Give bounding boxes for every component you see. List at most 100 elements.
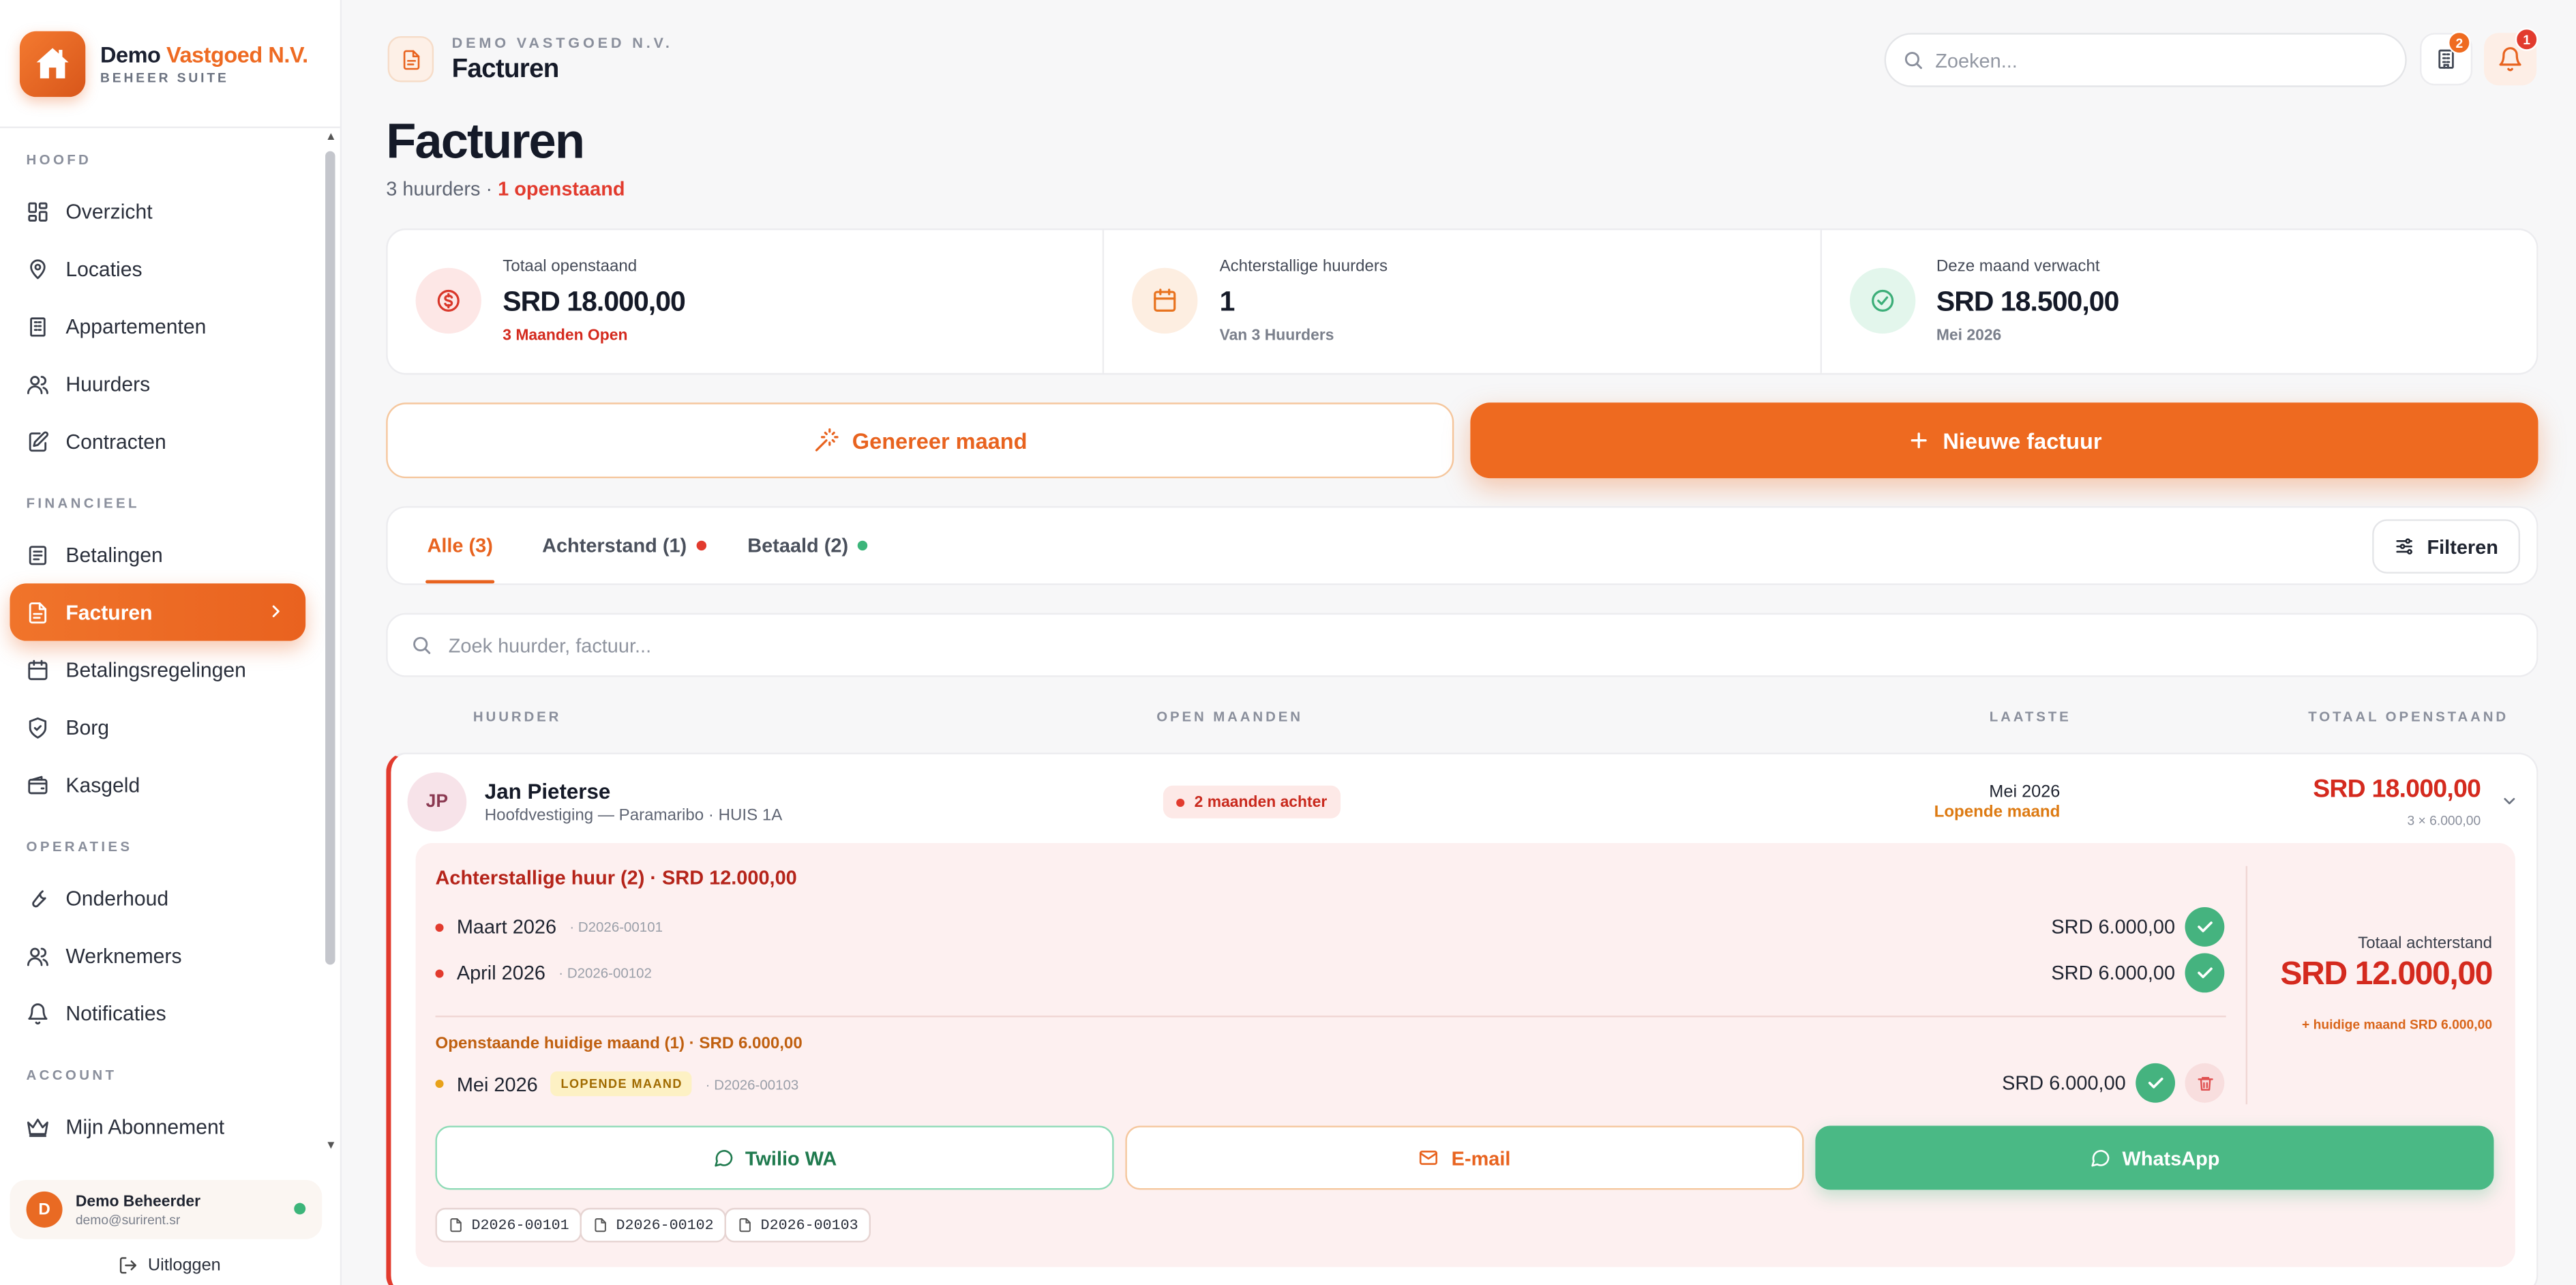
buildings-badge: 2 (2448, 31, 2471, 55)
chat-bubble-icon (714, 1150, 732, 1167)
stat-icon-wrap (1132, 267, 1199, 334)
house-logo-icon (19, 31, 86, 98)
table-search[interactable] (386, 612, 2538, 677)
document-icon (739, 1218, 751, 1232)
table-search-input[interactable] (448, 633, 2421, 657)
notifications-badge: 1 (2515, 27, 2538, 51)
invoice-chip[interactable]: D2026-00103 (724, 1207, 871, 1243)
stat-value: SRD 18.500,00 (1936, 286, 2120, 318)
stat-card-2: Deze maand verwacht SRD 18.500,00 Mei 2026 (1819, 230, 2536, 373)
row-detail-panel (415, 843, 2515, 1267)
global-search[interactable] (1884, 33, 2407, 87)
months-behind-badge: 2 maanden achter (1163, 785, 1341, 818)
user-email: demo@surirent.sr (75, 1211, 181, 1227)
sidebar-item-label: Kasgeld (65, 773, 140, 797)
sidebar-item-label: Overzicht (65, 199, 153, 223)
sidebar-item-werknemers[interactable]: Werknemers (10, 927, 305, 984)
latest-month: Mei 2026 (1989, 782, 2061, 802)
sidebar-item-mijn-abonnement[interactable]: Mijn Abonnement (10, 1097, 305, 1155)
sidebar-item-huurders[interactable]: Huurders (10, 355, 305, 412)
nav-section-operaties: OPERATIES (26, 838, 133, 855)
invoice-chip[interactable]: D2026-00101 (435, 1207, 582, 1243)
sidebar-item-betalingen[interactable]: Betalingen (10, 526, 305, 583)
sidebar-item-borg[interactable]: Borg (10, 698, 305, 756)
whatsapp-button-label: WhatsApp (2122, 1146, 2220, 1170)
page-subtitle: 3 huurders · 1 openstaand (386, 177, 625, 201)
sidebar-item-label: Contracten (65, 430, 166, 453)
trash-icon (2197, 1076, 2213, 1090)
mark-paid-button[interactable] (2185, 953, 2225, 993)
sidebar-item-overzicht[interactable]: Overzicht (10, 182, 305, 239)
user-avatar: D (26, 1191, 63, 1228)
nav-section-financieel: FINANCIEEL (26, 494, 140, 512)
delete-invoice-button[interactable] (2185, 1063, 2225, 1103)
row-total-breakdown: 3 × 6.000,00 (2407, 813, 2481, 829)
scroll-up-icon[interactable]: ▲ (325, 132, 337, 143)
check-icon (2198, 921, 2213, 932)
logout-button[interactable]: Uitloggen (118, 1256, 221, 1275)
filter-button[interactable]: Filteren (2372, 519, 2521, 574)
arrears-item-1: Maart 2026 · D2026-00101 (435, 915, 663, 939)
stat-card-0: Totaal openstaand SRD 18.000,00 3 Maanden … (388, 230, 1103, 373)
online-status-dot (294, 1202, 306, 1215)
twilio-whatsapp-button[interactable]: Twilio WA (435, 1125, 1114, 1190)
bell-icon (2499, 47, 2521, 72)
chevron-down-icon[interactable] (2500, 792, 2519, 810)
tab-arrears-dot (696, 540, 707, 551)
generate-month-label: Genereer maand (852, 428, 1028, 453)
tab-paid[interactable]: Betaald (2) (747, 508, 869, 584)
sidebar-scroll-thumb[interactable] (325, 151, 335, 965)
sidebar-item-label: Appartementen (65, 314, 207, 338)
detail-divider (435, 1016, 2226, 1018)
sidebar-item-betalingsregelingen[interactable]: Betalingsregelingen (10, 641, 305, 698)
sliders-icon (2397, 538, 2413, 555)
tenant-avatar: JP (407, 772, 467, 832)
sidebar-nav: HOOFD Overzicht Locaties Appartementen Huurd… (0, 128, 329, 1167)
stat-label: Achterstallige huurders (1219, 258, 1388, 276)
nav-section-account: ACCOUNT (26, 1066, 117, 1083)
logout-icon (119, 1257, 136, 1274)
brand[interactable]: Demo Vastgoed N.V. BEHEER SUITE (19, 31, 308, 98)
sidebar-item-locaties[interactable]: Locaties (10, 240, 305, 297)
sidebar-scrollbar[interactable]: ▲ ▼ (324, 132, 337, 1157)
generate-month-button[interactable]: Genereer maand (386, 402, 1454, 479)
sidebar-item-contracten[interactable]: Contracten (10, 413, 305, 470)
tenant-name: Jan Pieterse (484, 779, 611, 804)
sidebar-item-facturen[interactable]: Facturen (10, 583, 306, 641)
column-header-open-months: OPEN MAANDEN (1156, 708, 1303, 725)
sidebar-item-appartementen[interactable]: Appartementen (10, 297, 305, 355)
wrench-icon (32, 889, 46, 907)
mark-paid-button[interactable] (2136, 1063, 2176, 1103)
current-item-month: Mei 2026 (456, 1072, 538, 1095)
stat-label: Deze maand verwacht (1936, 258, 2100, 276)
global-search-input[interactable] (1935, 48, 2379, 72)
sidebar-item-setup-wizard[interactable]: Setup Wizard (10, 1155, 305, 1167)
top-page-title: Facturen (451, 55, 560, 84)
new-invoice-button[interactable]: Nieuwe factuur (1470, 402, 2538, 479)
plus-icon (1910, 432, 1926, 449)
search-icon (413, 636, 431, 654)
email-button[interactable]: E-mail (1125, 1125, 1804, 1190)
stat-value: SRD 18.000,00 (503, 286, 686, 318)
mail-icon (1420, 1150, 1439, 1165)
brand-name: Demo Vastgoed N.V. (100, 42, 308, 68)
user-card[interactable]: D Demo Beheerder demo@surirent.sr (10, 1179, 323, 1239)
tab-all[interactable]: Alle (3) (425, 508, 495, 584)
whatsapp-button[interactable]: WhatsApp (1815, 1125, 2494, 1190)
sidebar-item-kasgeld[interactable]: Kasgeld (10, 756, 305, 813)
document-icon (595, 1218, 606, 1232)
sidebar-item-label: Borg (65, 715, 109, 739)
new-invoice-label: Nieuwe factuur (1943, 428, 2102, 453)
mark-paid-button[interactable] (2185, 906, 2225, 947)
invoice-chip[interactable]: D2026-00102 (580, 1207, 727, 1243)
sidebar-item-label: Onderhoud (65, 886, 169, 910)
tab-arrears[interactable]: Achterstand (1) (542, 508, 707, 584)
scroll-down-icon[interactable]: ▼ (325, 1140, 337, 1152)
sidebar-item-notificaties[interactable]: Notificaties (10, 984, 305, 1042)
document-icon (450, 1218, 462, 1232)
sidebar-item-onderhoud[interactable]: Onderhoud (10, 870, 305, 927)
check-icon (2198, 967, 2213, 979)
chevron-right-icon (272, 605, 280, 617)
current-item: Mei 2026 LOPENDE MAAND · D2026-00103 (435, 1071, 798, 1097)
bell-icon (28, 1003, 48, 1024)
